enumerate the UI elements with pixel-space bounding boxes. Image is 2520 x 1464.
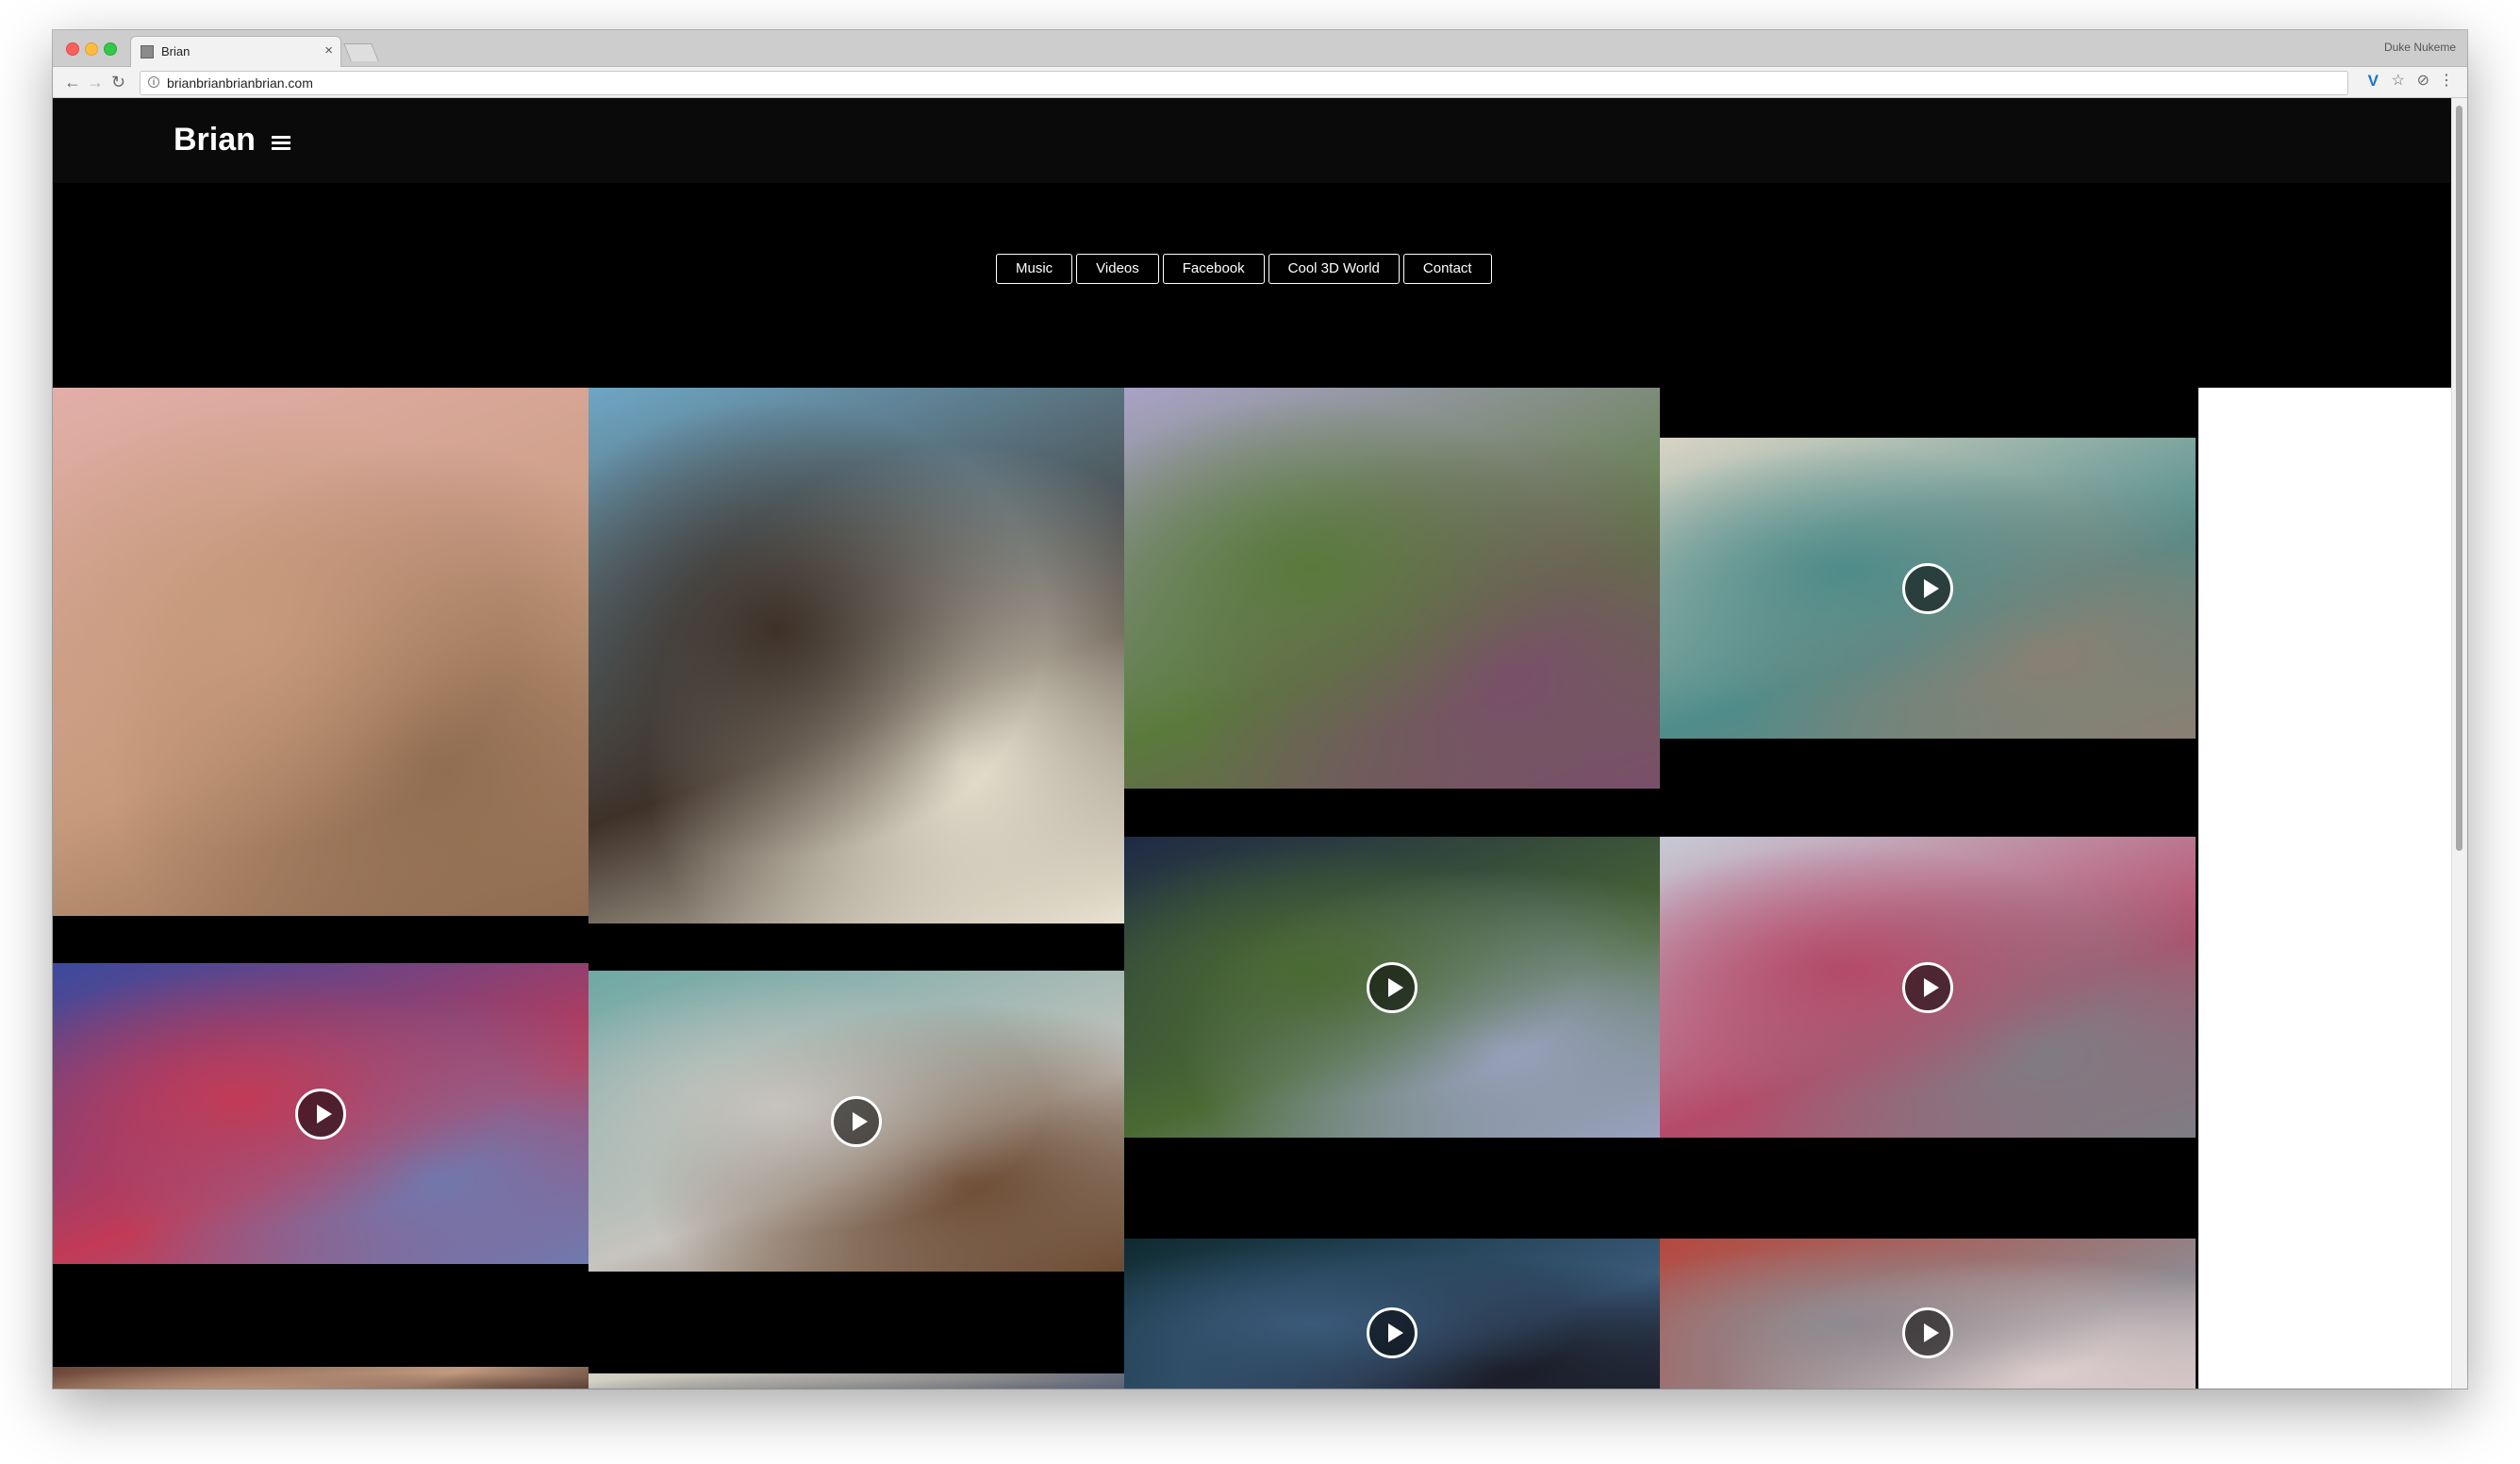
tab-close-icon[interactable]: ×: [324, 42, 333, 58]
gallery-tile[interactable]: [589, 388, 1124, 923]
gallery-tile[interactable]: [1660, 1239, 2196, 1389]
gallery-tile[interactable]: [589, 1373, 1124, 1389]
play-icon[interactable]: [295, 1088, 346, 1140]
browser-window: Brian × Duke Nukeme ← → ↻ i brianbrianbr…: [53, 30, 2467, 1389]
empty-column: [2198, 388, 2452, 1389]
menu-button-facebook[interactable]: Facebook: [1162, 254, 1265, 284]
play-icon[interactable]: [831, 1095, 882, 1147]
nav-menu: Music Videos Facebook Cool 3D World Cont…: [996, 254, 1492, 284]
minimize-window-button[interactable]: [85, 42, 98, 56]
gallery-tile[interactable]: [1660, 837, 2196, 1138]
back-arrow-icon[interactable]: ←: [64, 72, 81, 92]
play-icon[interactable]: [1367, 1307, 1418, 1358]
gallery-tile[interactable]: [53, 388, 589, 916]
browser-menu-icon[interactable]: ⋮: [2439, 73, 2454, 90]
gallery-tile[interactable]: [53, 1367, 589, 1389]
tab-bar: Brian × Duke Nukeme: [53, 30, 2467, 67]
profile-name[interactable]: Duke Nukeme: [2384, 41, 2456, 54]
bookmark-star-icon[interactable]: ☆: [2392, 73, 2405, 90]
menu-button-cool-3d-world[interactable]: Cool 3D World: [1268, 254, 1400, 284]
gallery-tile[interactable]: [1124, 388, 1660, 789]
gallery-tile[interactable]: [1660, 438, 2196, 739]
reload-icon[interactable]: ↻: [111, 72, 125, 92]
menu-button-music[interactable]: Music: [996, 254, 1073, 284]
browser-toolbar: ← → ↻ i brianbrianbrianbrian.com V ☆ ⊘ ⋮: [53, 67, 2467, 98]
tab-title: Brian: [161, 44, 191, 58]
play-icon[interactable]: [1902, 562, 1953, 614]
new-tab-button[interactable]: [343, 43, 379, 61]
scroll-thumb[interactable]: [2456, 106, 2462, 851]
gallery-tile[interactable]: [53, 963, 589, 1264]
site-brand[interactable]: Brian: [174, 122, 256, 158]
info-icon[interactable]: i: [148, 76, 159, 88]
gallery-tile[interactable]: [1124, 837, 1660, 1138]
extension-block-icon[interactable]: ⊘: [2417, 73, 2429, 90]
page-viewport: Brian Music Videos Facebook Cool 3D Worl…: [53, 98, 2452, 1389]
gallery-tile[interactable]: [589, 971, 1124, 1272]
address-bar[interactable]: i brianbrianbrianbrian.com: [140, 71, 2348, 95]
menu-button-contact[interactable]: Contact: [1402, 254, 1492, 284]
url-text[interactable]: brianbrianbrianbrian.com: [167, 75, 313, 91]
forward-arrow-icon[interactable]: →: [87, 72, 104, 92]
maximize-window-button[interactable]: [104, 42, 117, 56]
favicon-icon: [141, 45, 154, 58]
site-header: Brian: [53, 98, 2452, 183]
play-icon[interactable]: [1902, 1307, 1953, 1358]
hamburger-menu-icon[interactable]: [272, 136, 290, 151]
menu-button-videos[interactable]: Videos: [1076, 254, 1159, 284]
extension-v-icon[interactable]: V: [2368, 73, 2379, 90]
play-icon[interactable]: [1902, 961, 1953, 1013]
gallery-tile[interactable]: [1124, 1239, 1660, 1389]
browser-tab[interactable]: Brian ×: [130, 36, 341, 67]
page-scrollbar[interactable]: [2451, 98, 2467, 1389]
play-icon[interactable]: [1367, 961, 1418, 1013]
close-window-button[interactable]: [66, 42, 79, 56]
